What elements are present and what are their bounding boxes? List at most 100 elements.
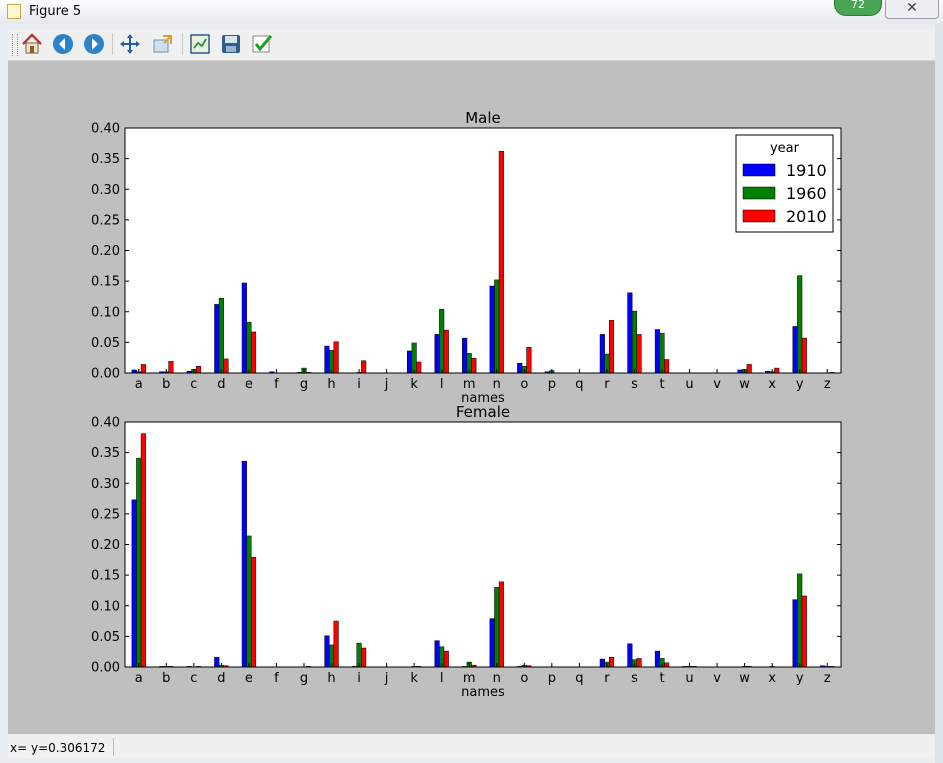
bar-1910-k — [407, 350, 413, 374]
bar-2010-s — [636, 658, 642, 668]
x-tick-label: m — [463, 377, 476, 392]
x-tick-label: j — [384, 377, 389, 392]
y-tick-label: 0.00 — [91, 661, 120, 676]
bar-2010-e — [250, 331, 257, 374]
check-icon[interactable] — [250, 32, 274, 56]
bar-1910-d — [214, 656, 220, 668]
x-tick-label: o — [520, 377, 528, 392]
bar-1910-s — [627, 643, 633, 668]
x-tick-label: b — [162, 377, 170, 392]
bar-2010-e — [250, 557, 257, 668]
bar-1910-y — [792, 326, 798, 374]
x-tick-label: a — [135, 671, 143, 686]
bar-1910-a — [131, 499, 137, 668]
back-arrow-icon[interactable] — [51, 32, 75, 56]
bar-1910-h — [324, 345, 330, 374]
x-tick-label: m — [463, 671, 476, 686]
bar-2010-c — [195, 366, 201, 374]
x-tick-label: w — [739, 377, 750, 392]
x-tick-label: k — [410, 671, 418, 686]
toolbar — [8, 29, 935, 61]
window-title: Figure 5 — [29, 4, 82, 19]
bar-1960-t — [659, 332, 665, 374]
bar-1910-l — [434, 334, 440, 374]
x-tick-label: y — [796, 377, 804, 392]
bar-1910-d — [214, 304, 220, 374]
bar-2010-l — [443, 650, 449, 668]
toolbar-grip[interactable] — [12, 34, 18, 56]
x-tick-label: p — [548, 671, 556, 686]
bar-2010-m — [471, 358, 477, 374]
y-tick-label: 0.25 — [91, 507, 120, 522]
legend-swatch-1910 — [742, 163, 776, 177]
zoom-icon[interactable] — [151, 32, 175, 56]
bar-1910-e — [241, 460, 247, 668]
bar-1910-m — [462, 337, 468, 374]
y-tick-label: 0.30 — [91, 477, 120, 492]
bar-2010-k — [416, 361, 422, 374]
home-icon[interactable] — [20, 32, 44, 56]
y-tick-label: 0.10 — [91, 305, 120, 320]
bar-1960-d — [218, 298, 224, 374]
bar-1960-n — [494, 587, 500, 668]
bar-1910-l — [434, 640, 440, 668]
x-tick-label: i — [357, 377, 361, 392]
legend-label: 1960 — [786, 184, 827, 203]
bar-2010-y — [801, 595, 807, 668]
x-tick-label: z — [824, 377, 831, 392]
bar-1960-a — [136, 457, 142, 668]
bar-1960-e — [246, 321, 252, 374]
bar-2010-n — [498, 151, 504, 374]
bar-1960-y — [797, 275, 803, 374]
x-tick-label: v — [713, 377, 721, 392]
bar-1910-t — [654, 650, 660, 668]
x-tick-label: g — [300, 377, 308, 392]
bar-1910-r — [599, 334, 605, 374]
bar-1910-y — [792, 599, 798, 668]
x-tick-label: n — [493, 377, 501, 392]
x-tick-label: r — [604, 377, 610, 392]
x-tick-label: w — [739, 671, 750, 686]
status-bar — [8, 735, 935, 759]
notification-badge[interactable]: 72 — [834, 0, 882, 16]
bar-2010-w — [746, 364, 752, 374]
forward-arrow-icon[interactable] — [82, 32, 106, 56]
chart-title: Female — [456, 403, 510, 421]
toolbar-separator — [182, 33, 183, 55]
x-tick-label: o — [520, 671, 528, 686]
x-tick-label: d — [217, 377, 225, 392]
x-tick-label: h — [327, 377, 335, 392]
bar-2010-l — [443, 329, 449, 374]
y-tick-label: 0.00 — [91, 367, 120, 382]
y-tick-label: 0.05 — [91, 336, 120, 351]
x-tick-label: t — [659, 671, 664, 686]
bar-1960-e — [246, 535, 252, 668]
bar-2010-t — [664, 359, 670, 374]
x-tick-label: u — [685, 671, 693, 686]
bar-2010-i — [361, 647, 367, 668]
bar-1910-n — [489, 285, 495, 374]
figure-canvas[interactable]: 0.00 0.05 0.10 0.15 0.20 0.25 0.30 0.35 0.40 a b c d… — [8, 61, 935, 734]
bar-1910-h — [324, 635, 330, 668]
bar-2010-s — [636, 334, 642, 374]
legend-label: 1910 — [786, 161, 827, 180]
legend-label: 2010 — [786, 207, 827, 226]
pan-icon[interactable] — [118, 32, 142, 56]
bar-2010-x — [774, 367, 780, 374]
window-border — [935, 24, 943, 763]
save-icon[interactable] — [219, 32, 243, 56]
bar-2010-y — [801, 337, 807, 374]
y-tick-label: 0.30 — [91, 183, 120, 198]
close-button[interactable]: ✕ — [885, 0, 939, 19]
bar-1910-s — [627, 292, 633, 374]
bar-1960-s — [631, 310, 638, 374]
subplots-icon[interactable] — [188, 32, 212, 56]
bar-1910-n — [489, 618, 495, 668]
figure-svg: 0.00 0.05 0.10 0.15 0.20 0.25 0.30 0.35 0.40 a b c d… — [91, 109, 842, 700]
bar-2010-d — [223, 358, 229, 374]
x-tick-label: l — [440, 671, 444, 686]
x-tick-label: z — [824, 671, 831, 686]
status-coordinates: x= y=0.306172 — [10, 741, 106, 755]
legend-swatch-1960 — [742, 186, 776, 200]
x-tick-label: j — [384, 671, 389, 686]
